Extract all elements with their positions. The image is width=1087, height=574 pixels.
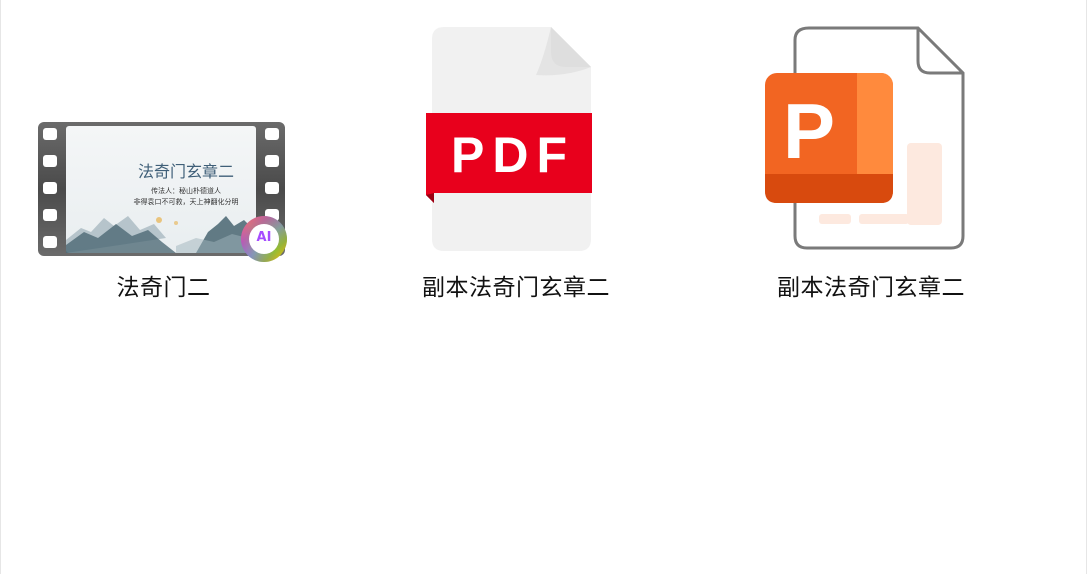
file-name-label: 法奇门二 [116, 275, 211, 301]
file-item-pptx[interactable]: P 副本法奇门玄章二 [761, 20, 981, 310]
file-item-pdf[interactable]: PDF 副本法奇门玄章二 [416, 20, 616, 310]
file-name-label: 副本法奇门玄章二 [777, 275, 965, 301]
ai-badge-label: AI [256, 230, 272, 245]
file-name-label: 副本法奇门玄章二 [422, 275, 610, 301]
thumbnail-line-2: 非得袁口不可救，天上神翻化分明 [133, 198, 239, 206]
thumbnail-title: 法奇门玄章二 [137, 162, 234, 181]
thumbnail-line-1: 传法人：秘山朴德道人 [151, 187, 221, 195]
file-browser-view: 法奇门玄章二 传法人：秘山朴德道人 非得袁口不可救，天上神翻化分明 AI 法奇门… [0, 0, 1087, 574]
file-item-video[interactable]: 法奇门玄章二 传法人：秘山朴德道人 非得袁口不可救，天上神翻化分明 AI 法奇门… [31, 110, 301, 301]
pptx-badge-text: P [783, 87, 836, 175]
pdf-badge-text: PDF [451, 127, 575, 183]
